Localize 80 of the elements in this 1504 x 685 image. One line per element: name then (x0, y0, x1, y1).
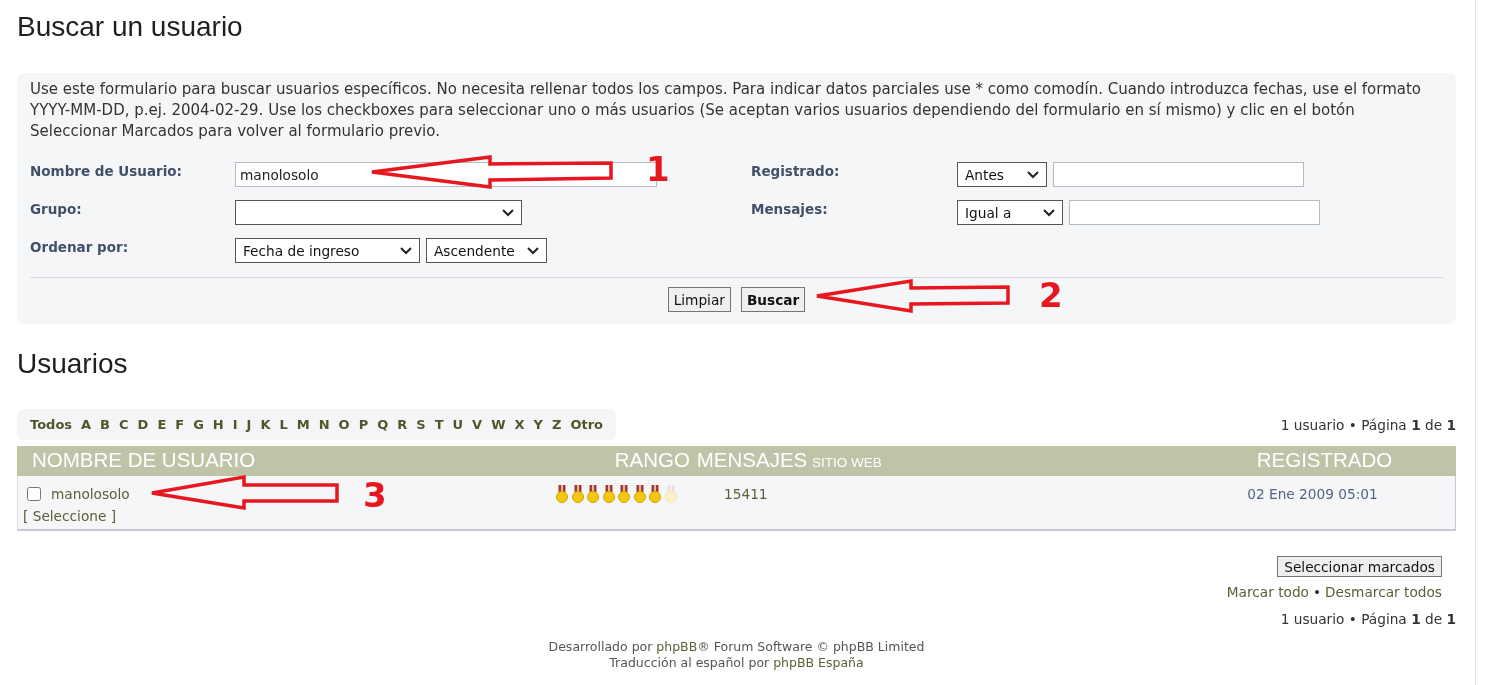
letter-link[interactable]: L (279, 417, 288, 432)
select-marked-button[interactable]: Seleccionar marcados (1277, 556, 1442, 577)
chevron-down-icon (527, 246, 539, 255)
medal-icon (555, 485, 569, 503)
letter-link[interactable]: Q (377, 417, 389, 432)
footer-link[interactable]: phpBB (656, 639, 698, 654)
select-link[interactable]: [ Seleccione ] (23, 506, 117, 526)
letter-link[interactable]: A (81, 417, 92, 432)
letter-link[interactable]: E (157, 417, 167, 432)
username-link[interactable]: manolosolo (51, 486, 130, 502)
row-checkbox[interactable] (27, 487, 41, 501)
letter-link[interactable]: Otro (570, 417, 603, 432)
letter-link[interactable]: M (296, 417, 310, 432)
text-field[interactable] (1069, 200, 1320, 225)
chevron-down-icon (1027, 170, 1039, 179)
dropdown[interactable]: Antes (957, 162, 1047, 187)
footer-credit: Traducción al español por phpBB España (608, 655, 865, 671)
letter-link[interactable]: O (338, 417, 350, 432)
letter-link[interactable]: B (100, 417, 111, 432)
unmark-all-link[interactable]: Desmarcar todos (1325, 583, 1442, 601)
text-field[interactable] (1053, 162, 1304, 187)
field-label: Ordenar por: (30, 238, 130, 256)
field-label: Grupo: (30, 200, 83, 218)
letter-link[interactable]: Z (551, 417, 562, 432)
letter-link[interactable]: K (260, 417, 271, 432)
letter-link[interactable]: V (472, 417, 483, 432)
medal-icon (601, 485, 616, 503)
pagination-info: 1 usuario • Página 1 de 1 (1280, 416, 1456, 433)
pagination-info: 1 usuario • Página 1 de 1 (1280, 610, 1456, 628)
dropdown[interactable]: Igual a (957, 200, 1063, 225)
section-title: Usuarios (17, 348, 128, 380)
medal-icon (586, 485, 600, 503)
column-header: NOMBRE DE USUARIO (31, 447, 256, 473)
letter-link[interactable]: U (452, 417, 464, 432)
page-title: Buscar un usuario (17, 11, 243, 43)
letter-link[interactable]: W (491, 417, 506, 432)
letter-link[interactable]: N (318, 417, 330, 432)
chevron-down-icon (400, 246, 412, 255)
letter-link[interactable]: H (212, 417, 224, 432)
letter-link[interactable]: D (137, 417, 149, 432)
field-label: Nombre de Usuario: (30, 162, 183, 180)
letter-link[interactable]: R (397, 417, 408, 432)
column-header: MENSAJES (696, 447, 808, 473)
letter-link[interactable]: S (416, 417, 426, 432)
chevron-down-icon (1043, 208, 1055, 217)
dropdown[interactable] (235, 200, 522, 225)
bullet-separator: • (1312, 583, 1322, 601)
letter-link[interactable]: X (514, 417, 525, 432)
footer-link[interactable]: phpBB España (773, 655, 864, 670)
form-instructions: Use este formulario para buscar usuarios específicos. No necesita rellenar todos los campos. Para indicar datos parciales use * como comodín. Cuando introduzca fechas, use el formato YYYY-MM-DD, p.ej. 2004-02-29. Use los checkboxes para seleccionar uno o más usuarios (Se aceptan varios usuarios dependiendo del formulario en sí mismo) y clic en el botón Seleccionar Marcados para volver al formulario previo. (30, 79, 1423, 142)
field-label: Registrado: (751, 162, 841, 180)
medal-icon (617, 485, 631, 503)
column-header: REGISTRADO (1256, 447, 1393, 473)
letter-link[interactable]: Y (533, 417, 543, 432)
chevron-down-icon (502, 208, 514, 217)
callout-number: 2 (1039, 278, 1063, 312)
letter-link[interactable]: P (358, 417, 369, 432)
registered-date: 02 Ene 2009 05:01 (1247, 486, 1378, 502)
form-button[interactable]: Buscar (740, 287, 806, 312)
letter-link[interactable]: C (119, 417, 129, 432)
mark-all-link[interactable]: Marcar todo (1226, 583, 1309, 601)
column-header: RANGO (614, 447, 691, 473)
footer-credit: Desarrollado por phpBB® Forum Software © phpBB Limited (547, 639, 926, 655)
letter-link[interactable]: F (175, 417, 185, 432)
letter-link[interactable]: I (232, 417, 238, 432)
letter-link[interactable]: J (246, 417, 252, 432)
form-button[interactable]: Limpiar (667, 287, 731, 312)
dropdown[interactable]: Ascendente (426, 238, 547, 263)
letter-link[interactable]: Todos (30, 417, 73, 432)
letter-link[interactable]: G (193, 417, 204, 432)
column-header: SITIO WEB (811, 454, 882, 472)
medal-icon (648, 485, 662, 503)
faded-medal-icon (663, 485, 678, 503)
letter-link[interactable]: T (434, 417, 444, 432)
medal-icon (570, 485, 585, 503)
dropdown[interactable]: Fecha de ingreso (235, 238, 420, 263)
field-label: Mensajes: (751, 200, 829, 218)
callout-number: 3 (363, 478, 387, 512)
medal-icon (632, 485, 647, 503)
post-count: 15411 (724, 486, 768, 502)
